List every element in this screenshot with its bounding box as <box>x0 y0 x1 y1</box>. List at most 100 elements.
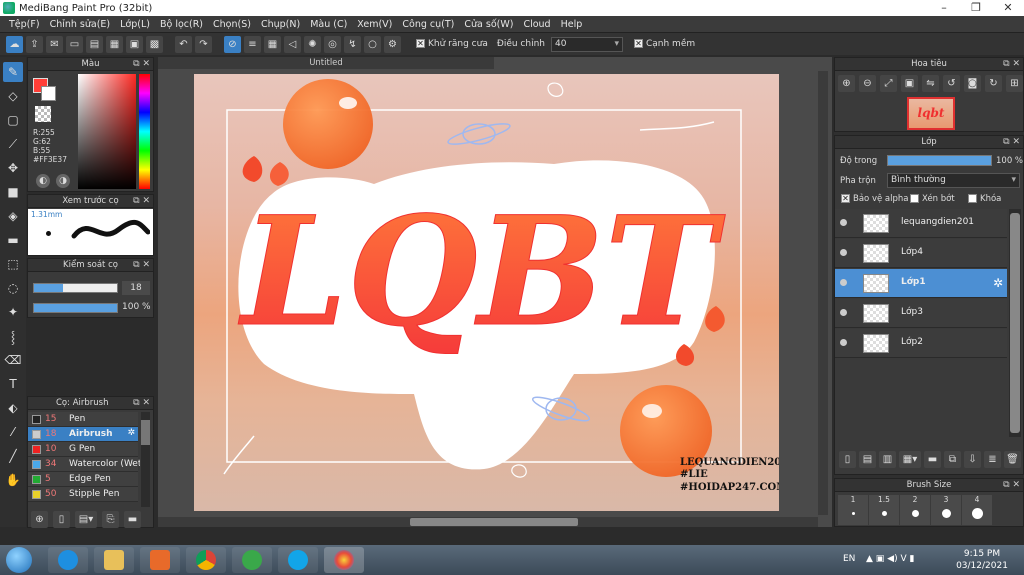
brush-opacity-slider[interactable] <box>33 303 118 313</box>
menu-cloud[interactable]: Cloud <box>518 19 555 30</box>
visibility-icon[interactable] <box>840 309 847 316</box>
tiles-icon[interactable]: ▩ <box>146 35 163 53</box>
curve-snap-icon[interactable]: ↯ <box>344 35 361 53</box>
magic-wand-icon[interactable]: ✦ <box>3 302 23 322</box>
comment-icon[interactable]: ✉ <box>46 35 63 53</box>
operation-tool-icon[interactable]: ⬖ <box>3 398 23 418</box>
panel-close-icon[interactable]: ⧉ ✕ <box>133 58 150 71</box>
brush-item[interactable]: 18 Airbrush ✲ <box>28 427 138 442</box>
hand-tool-icon[interactable]: ✋ <box>3 470 23 490</box>
select-eraser-icon[interactable]: ⌫ <box>3 350 23 370</box>
secondary-color-swatch[interactable] <box>41 86 56 101</box>
delete-layer-icon[interactable]: 🗑 <box>1004 451 1021 468</box>
undo-icon[interactable]: ↶ <box>175 35 192 53</box>
brush-size-preset[interactable]: 3 <box>931 495 961 525</box>
brush-item[interactable]: 50 Stipple Pen <box>28 487 138 502</box>
new-brush-icon[interactable]: ▯ <box>53 511 70 528</box>
reset-view-icon[interactable]: ◙ <box>964 75 981 92</box>
rect-tool-icon[interactable]: ▢ <box>3 110 23 130</box>
menu-filter[interactable]: Bộ lọc(R) <box>155 19 208 30</box>
flip-icon[interactable]: ⇋ <box>922 75 939 92</box>
layer-row[interactable]: Lớp4 <box>835 239 1007 268</box>
transparent-swatch[interactable] <box>35 106 51 122</box>
brush-size-slider[interactable] <box>33 283 118 293</box>
canvas-area[interactable]: Untitled LQBT LEQUANGDIEN201 #LIE #HOIDA… <box>158 57 832 527</box>
eraser-tool-icon[interactable]: ◇ <box>3 86 23 106</box>
lock-checkbox[interactable]: Khóa <box>968 194 1001 204</box>
dot-tool-icon[interactable]: ⟋ <box>3 134 23 154</box>
rotate-right-icon[interactable]: ↻ <box>985 75 1002 92</box>
fit-icon[interactable]: ⤢ <box>880 75 897 92</box>
layer-list-scrollbar[interactable] <box>1009 209 1021 437</box>
app-taskbar-button[interactable] <box>232 547 272 573</box>
radial-snap-icon[interactable]: ✺ <box>304 35 321 53</box>
snap-off-icon[interactable]: ⊘ <box>224 35 241 53</box>
actual-size-icon[interactable]: ▣ <box>901 75 918 92</box>
new-folder-icon[interactable]: ▬ <box>924 451 941 468</box>
media-taskbar-button[interactable] <box>140 547 180 573</box>
visibility-icon[interactable] <box>840 219 847 226</box>
brush-item[interactable]: 34 Watercolor (Wet) <box>28 457 140 472</box>
new-halftone-layer-icon[interactable]: ▤ <box>859 451 876 468</box>
menu-view[interactable]: Xem(V) <box>352 19 397 30</box>
duplicate-layer-icon[interactable]: ⧉ <box>944 451 961 468</box>
eyedropper-icon[interactable]: ⁄ <box>3 422 23 442</box>
brush-size-value[interactable]: 18 <box>122 281 150 295</box>
text-tool-icon[interactable]: T <box>3 374 23 394</box>
canvas-horizontal-scrollbar[interactable] <box>158 517 818 527</box>
soft-edge-toggle[interactable]: ✕ Cạnh mềm <box>633 39 695 49</box>
panel-close-icon[interactable]: ⧉ ✕ <box>1003 479 1020 492</box>
layer-row[interactable]: Lớp3 <box>835 299 1007 328</box>
start-button[interactable] <box>6 547 32 573</box>
saturation-value-field[interactable] <box>78 74 136 189</box>
cloud-icon[interactable]: ☁ <box>6 35 23 53</box>
blend-mode-select[interactable]: Bình thường ▾ <box>887 173 1020 188</box>
bucket-tool-icon[interactable]: ◈ <box>3 206 23 226</box>
protect-alpha-checkbox[interactable]: ✕ Bảo vệ alpha <box>841 194 908 204</box>
skype-taskbar-button[interactable] <box>278 547 318 573</box>
lock-view-icon[interactable]: ⊞ <box>1006 75 1023 92</box>
page-icon[interactable]: ▭ <box>66 35 83 53</box>
layer-opacity-slider[interactable] <box>887 155 992 166</box>
document-icon[interactable]: ▤ <box>86 35 103 53</box>
brush-item[interactable]: 10 G Pen <box>28 442 138 457</box>
visibility-icon[interactable] <box>840 249 847 256</box>
brush-size-preset[interactable]: 1.5 <box>869 495 899 525</box>
concentric-snap-icon[interactable]: ◎ <box>324 35 341 53</box>
brush-item[interactable]: 5 Edge Pen <box>28 472 138 487</box>
pages-icon[interactable]: ▣ <box>126 35 143 53</box>
close-button[interactable]: ✕ <box>992 0 1024 16</box>
brush-copy-icon[interactable]: ⎘ <box>102 511 119 528</box>
menu-edit[interactable]: Chỉnh sửa(E) <box>45 19 116 30</box>
perspective-snap-icon[interactable]: ◁ <box>284 35 301 53</box>
menu-layer[interactable]: Lớp(L) <box>115 19 155 30</box>
brush-size-preset[interactable]: 4 <box>962 495 992 525</box>
layer-settings-icon[interactable]: ✲ <box>993 276 1003 290</box>
menu-capture[interactable]: Chụp(N) <box>256 19 305 30</box>
minimize-button[interactable]: – <box>928 0 960 16</box>
navigator-thumbnail[interactable]: lqbt <box>907 97 955 130</box>
menu-file[interactable]: Tệp(F) <box>4 19 45 30</box>
tray-icons[interactable]: ▲ ▣ ◀) V ▮ <box>866 554 914 564</box>
brush-size-preset[interactable]: 2 <box>900 495 930 525</box>
add-brush-icon[interactable]: ⊕ <box>31 511 48 528</box>
brush-folder-icon[interactable]: ▬ <box>124 511 141 528</box>
new-8bit-layer-icon[interactable]: ▥ <box>879 451 896 468</box>
panel-close-icon[interactable]: ⧉ ✕ <box>133 259 150 272</box>
menu-window[interactable]: Cửa số(W) <box>459 19 518 30</box>
brush-tool-icon[interactable]: ✎ <box>3 62 23 82</box>
brush-settings-icon[interactable]: ✲ <box>127 428 135 438</box>
menu-select[interactable]: Chọn(S) <box>208 19 256 30</box>
medibang-taskbar-button[interactable] <box>324 547 364 573</box>
brush-menu-icon[interactable]: ▤▾ <box>75 511 97 528</box>
new-layer-icon[interactable]: ▯ <box>839 451 856 468</box>
parallel-snap-icon[interactable]: ≡ <box>244 35 261 53</box>
brush-item[interactable]: 15 Pen <box>28 412 138 427</box>
canvas-vertical-scrollbar[interactable] <box>818 71 828 515</box>
artwork-canvas[interactable]: LQBT LEQUANGDIEN201 #LIE #HOIDAP247.COM <box>194 74 779 511</box>
fill-rect-tool-icon[interactable]: ■ <box>3 182 23 202</box>
chrome-taskbar-button[interactable] <box>186 547 226 573</box>
zoom-out-icon[interactable]: ⊖ <box>859 75 876 92</box>
brush-list-scrollbar[interactable] <box>141 412 150 507</box>
correction-select[interactable]: 40 ▾ <box>550 36 623 52</box>
